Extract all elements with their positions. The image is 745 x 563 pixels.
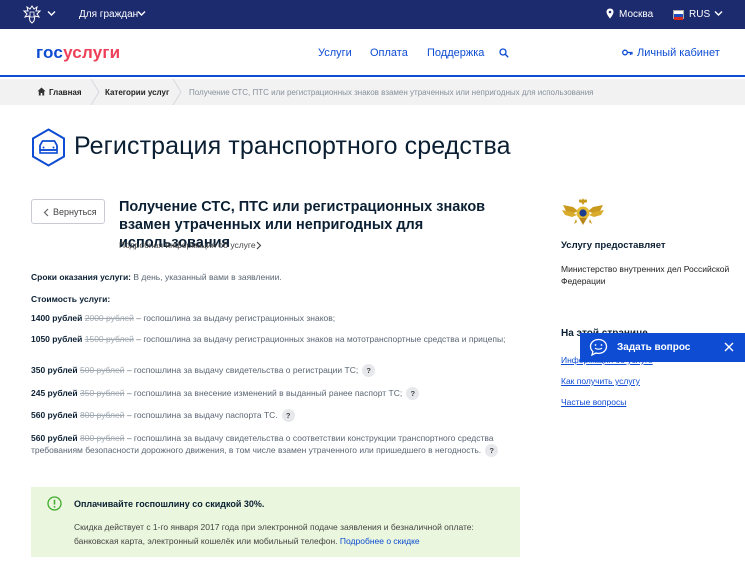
help-icon[interactable]: ? [485, 444, 499, 458]
price-value: 1050 рублей [31, 334, 83, 344]
price-value: 245 рублей [31, 388, 78, 398]
old-price: 2000 рублей [84, 313, 134, 323]
provider-label: Услугу предоставляет [561, 240, 666, 251]
price-item: 560 рублей 800 рублей – госпошлина за вы… [31, 409, 521, 423]
price-description: – госпошлина за выдачу свидетельства о р… [124, 365, 359, 375]
gosuslugi-logo[interactable]: госуслуги [36, 43, 120, 63]
price-value: 350 рублей [31, 365, 78, 375]
home-icon[interactable] [37, 87, 46, 96]
ask-question-panel[interactable]: Задать вопрос [580, 333, 745, 362]
page-title: Регистрация транспортного средства [74, 132, 511, 160]
chevron-right-icon [256, 241, 262, 250]
price-description: – госпошлина за выдачу регистрационных з… [133, 313, 336, 323]
chevron-down-icon[interactable] [714, 10, 723, 17]
audience-selector[interactable]: Для граждан [79, 9, 138, 20]
sidebar-link-faq[interactable]: Частые вопросы [561, 397, 626, 407]
price-description: – госпошлина за внесение изменений в выд… [124, 388, 403, 398]
price-value: 560 рублей [31, 410, 78, 420]
logo-part-uslugi: услуги [63, 43, 121, 62]
breadcrumb: Главная Категории услуг Получение СТС, П… [0, 79, 745, 105]
help-icon[interactable]: ? [406, 387, 420, 401]
price-item: 245 рублей 350 рублей – госпошлина за вн… [31, 387, 521, 401]
personal-account-link[interactable]: Личный кабинет [637, 47, 720, 59]
breadcrumb-separator-icon [172, 79, 182, 105]
breadcrumb-categories[interactable]: Категории услуг [105, 88, 169, 97]
price-description: – госпошлина за выдачу паспорта ТС. [124, 410, 278, 420]
info-circle-icon [47, 496, 62, 511]
price-item: 1050 рублей 1500 рублей – госпошлина за … [31, 333, 521, 345]
old-price: 800 рублей [80, 410, 125, 420]
more-info-link[interactable]: Подробная информация об услуге [119, 240, 262, 250]
discount-notice: Оплачивайте госпошлину со скидкой 30%. С… [31, 487, 520, 557]
price-item: 350 рублей 500 рублей – госпошлина за вы… [31, 364, 521, 378]
breadcrumb-separator-icon [90, 79, 100, 105]
search-icon[interactable] [499, 48, 509, 58]
help-icon[interactable]: ? [281, 409, 295, 423]
price-description: – госпошлина за выдачу регистрационных з… [133, 334, 506, 344]
top-bar: Для граждан Москва RUS [0, 0, 745, 29]
close-icon[interactable] [724, 342, 734, 352]
breadcrumb-current: Получение СТС, ПТС или регистрационных з… [189, 88, 594, 97]
logo-part-gos: гос [36, 43, 64, 62]
nav-support[interactable]: Поддержка [427, 47, 484, 59]
help-icon[interactable]: ? [362, 364, 376, 378]
ask-question-label: Задать вопрос [617, 342, 691, 353]
chevron-left-icon [43, 208, 49, 217]
chevron-down-icon[interactable] [47, 10, 56, 17]
mvd-emblem-icon [562, 198, 604, 225]
chat-bubble-icon [589, 338, 608, 357]
coat-of-arms-icon[interactable] [23, 5, 41, 24]
price-item: 560 рублей 800 рублей – госпошлина за вы… [31, 432, 521, 458]
discount-title: Оплачивайте госпошлину со скидкой 30%. [74, 499, 265, 509]
price-item: 1400 рублей 2000 рублей – госпошлина за … [31, 312, 521, 324]
language-selector[interactable]: RUS [689, 9, 710, 20]
sidebar-link-how-to-get[interactable]: Как получить услугу [561, 376, 640, 386]
nav-services[interactable]: Услуги [318, 47, 352, 59]
discount-details-link[interactable]: Подробнее о скидке [340, 536, 420, 546]
city-selector[interactable]: Москва [619, 9, 653, 20]
old-price: 500 рублей [80, 365, 125, 375]
service-terms: Сроки оказания услуги: В день, указанный… [31, 271, 521, 283]
old-price: 1500 рублей [84, 334, 134, 344]
chevron-down-icon[interactable] [137, 10, 146, 17]
russian-flag-icon [673, 10, 684, 20]
car-category-icon [32, 128, 65, 167]
price-value: 560 рублей [31, 433, 78, 443]
key-icon [622, 49, 633, 56]
cost-label: Стоимость услуги: [31, 294, 111, 304]
old-price: 800 рублей [80, 433, 125, 443]
site-header: госуслуги Услуги Оплата Поддержка Личный… [0, 29, 745, 77]
discount-text: Скидка действует с 1-го января 2017 года… [74, 520, 514, 548]
back-button-label: Вернуться [53, 207, 97, 217]
cost-heading: Стоимость услуги: [31, 293, 521, 305]
old-price: 350 рублей [80, 388, 125, 398]
price-value: 1400 рублей [31, 313, 83, 323]
more-info-label: Подробная информация об услуге [119, 240, 256, 250]
breadcrumb-home[interactable]: Главная [49, 88, 82, 97]
nav-payment[interactable]: Оплата [370, 47, 408, 59]
provider-name: Министерство внутренних дел Российской Ф… [561, 264, 730, 286]
terms-label: Сроки оказания услуги: [31, 272, 132, 282]
terms-value: В день, указанный вами в заявлении. [131, 272, 282, 282]
location-pin-icon [606, 8, 614, 19]
back-button[interactable]: Вернуться [31, 199, 105, 224]
